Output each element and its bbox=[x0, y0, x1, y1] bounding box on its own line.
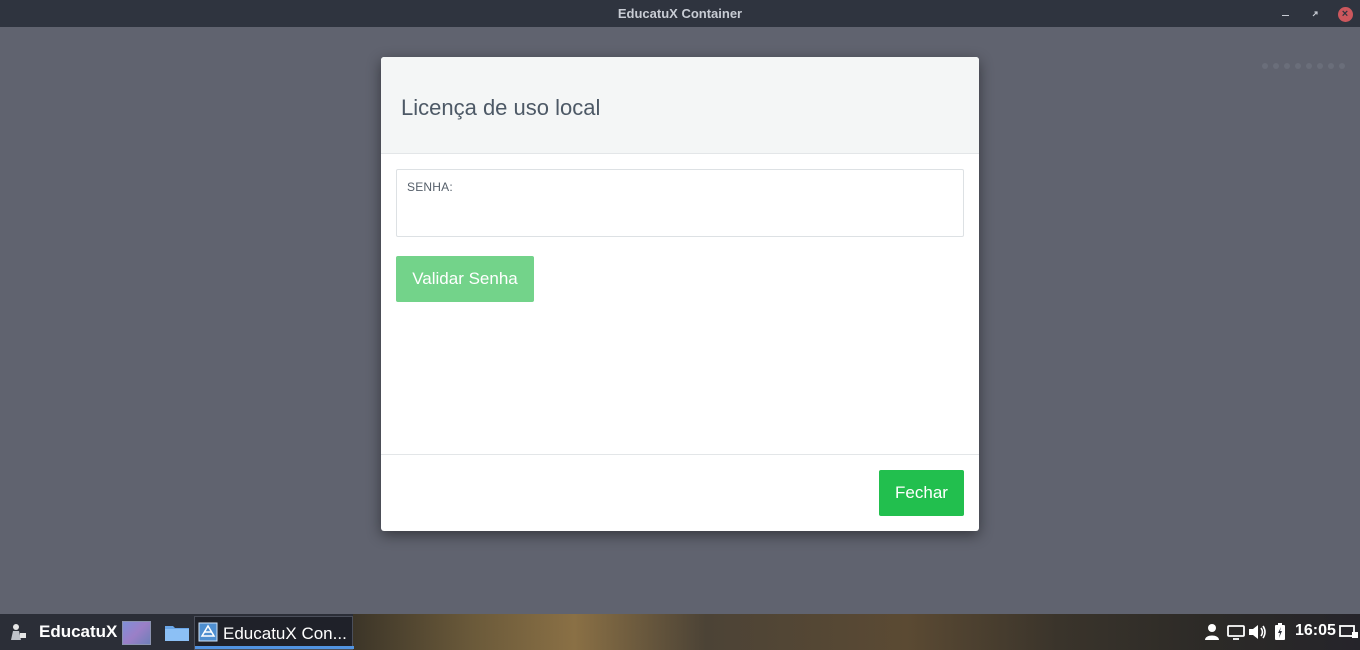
volume-tray-button[interactable] bbox=[1248, 622, 1268, 642]
battery-tray-button[interactable] bbox=[1274, 622, 1286, 642]
faint-indicators bbox=[1262, 63, 1352, 73]
network-icon bbox=[1227, 625, 1245, 640]
battery-icon bbox=[1275, 623, 1285, 640]
container-app-icon bbox=[198, 622, 218, 642]
license-modal: Licença de uso local SENHA: Validar Senh… bbox=[381, 57, 979, 531]
user-icon bbox=[1205, 624, 1219, 640]
modal-header: Licença de uso local bbox=[381, 57, 979, 154]
folder-icon bbox=[165, 626, 189, 641]
close-window-button[interactable]: × bbox=[1336, 5, 1354, 23]
workspace-switcher[interactable] bbox=[122, 621, 151, 645]
modal-title: Licença de uso local bbox=[401, 95, 601, 120]
password-input[interactable] bbox=[407, 202, 955, 228]
show-desktop-icon bbox=[1339, 625, 1358, 638]
taskbar: EducatuX EducatuX Con... 16:05 bbox=[0, 614, 1360, 650]
active-indicator bbox=[195, 646, 354, 649]
maximize-icon bbox=[1312, 11, 1318, 17]
window-titlebar: EducatuX Container × bbox=[0, 0, 1360, 27]
minimize-button[interactable] bbox=[1276, 5, 1294, 23]
window-title: EducatuX Container bbox=[617, 6, 743, 21]
show-desktop-button[interactable] bbox=[1339, 622, 1359, 642]
password-label: SENHA: bbox=[407, 180, 453, 194]
start-menu-button[interactable] bbox=[8, 622, 28, 642]
network-tray-button[interactable] bbox=[1227, 622, 1245, 642]
user-tray-button[interactable] bbox=[1203, 622, 1221, 642]
close-icon: × bbox=[1337, 6, 1353, 22]
file-manager-launcher[interactable] bbox=[164, 622, 190, 642]
taskbar-window-educatux[interactable]: EducatuX Con... bbox=[194, 616, 354, 650]
volume-icon bbox=[1249, 625, 1266, 639]
clock[interactable]: 16:05 bbox=[1295, 622, 1336, 640]
taskbar-window-label: EducatuX Con... bbox=[223, 624, 347, 643]
modal-footer: Fechar bbox=[381, 454, 979, 531]
validate-password-button[interactable]: Validar Senha bbox=[396, 256, 534, 302]
maximize-button[interactable] bbox=[1306, 5, 1324, 23]
password-field-group: SENHA: bbox=[396, 169, 964, 237]
start-menu-icon bbox=[11, 624, 26, 640]
brand-label[interactable]: EducatuX bbox=[39, 622, 117, 642]
minimize-icon bbox=[1281, 14, 1289, 16]
close-button[interactable]: Fechar bbox=[879, 470, 964, 516]
